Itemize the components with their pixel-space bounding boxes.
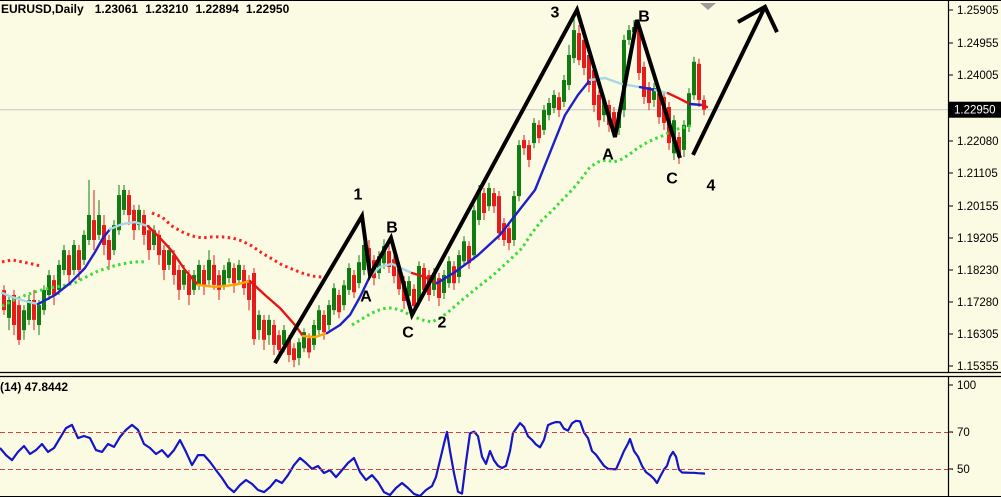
current-price-tag-text: 1.22950 [954, 105, 996, 117]
low-value: 1.22894 [195, 2, 239, 16]
wave-label: C [402, 325, 414, 342]
wave-label: B [638, 9, 650, 26]
symbol-period-label: EURUSD,Daily [1, 2, 84, 16]
wave-label: A [360, 289, 372, 306]
wave-label: 4 [707, 178, 716, 195]
high-value: 1.23210 [145, 2, 189, 16]
wave-label: 3 [551, 5, 560, 22]
wave-label: 2 [438, 315, 447, 332]
price-axis-label: 1.17280 [957, 297, 999, 309]
mt4-chart-window: 1 A B C 2 3 A B C 4 1.25905 1.24955 1.24005 1.22080 1.… [0, 0, 1001, 497]
close-value: 1.22950 [245, 2, 290, 16]
price-axis-label: 1.16305 [957, 329, 999, 341]
price-axis-label: 1.25905 [957, 5, 999, 17]
open-value: 1.23061 [94, 2, 139, 16]
price-axis-label: 1.24005 [957, 70, 999, 82]
oscillator-axis-label: 50 [957, 464, 970, 476]
price-axis-label: 1.18230 [957, 265, 999, 277]
wave-label: B [386, 220, 398, 237]
price-axis-label: 1.22080 [957, 136, 999, 148]
indicator-label: (14) 47.8442 [0, 380, 69, 394]
wave-label: A [602, 147, 614, 164]
wave-label: 1 [354, 187, 363, 204]
ohlc-readout: EURUSD,Daily 1.23061 1.23210 1.22894 1.22950 [1, 2, 296, 16]
oscillator-axis-label: 100 [957, 380, 976, 392]
wave-label: C [666, 171, 678, 188]
price-axis-label: 1.24955 [957, 38, 999, 50]
oscillator-axis-label: 70 [957, 427, 970, 439]
price-axis-label: 1.19205 [957, 233, 999, 245]
price-axis-label: 1.20155 [957, 201, 999, 213]
ma-segment [688, 102, 704, 107]
chart-canvas[interactable]: 1 A B C 2 3 A B C 4 1.25905 1.24955 1.24005 1.22080 1.… [0, 0, 1001, 497]
price-axis-label: 1.21105 [957, 168, 998, 180]
price-axis-label: 1.15355 [957, 361, 999, 373]
